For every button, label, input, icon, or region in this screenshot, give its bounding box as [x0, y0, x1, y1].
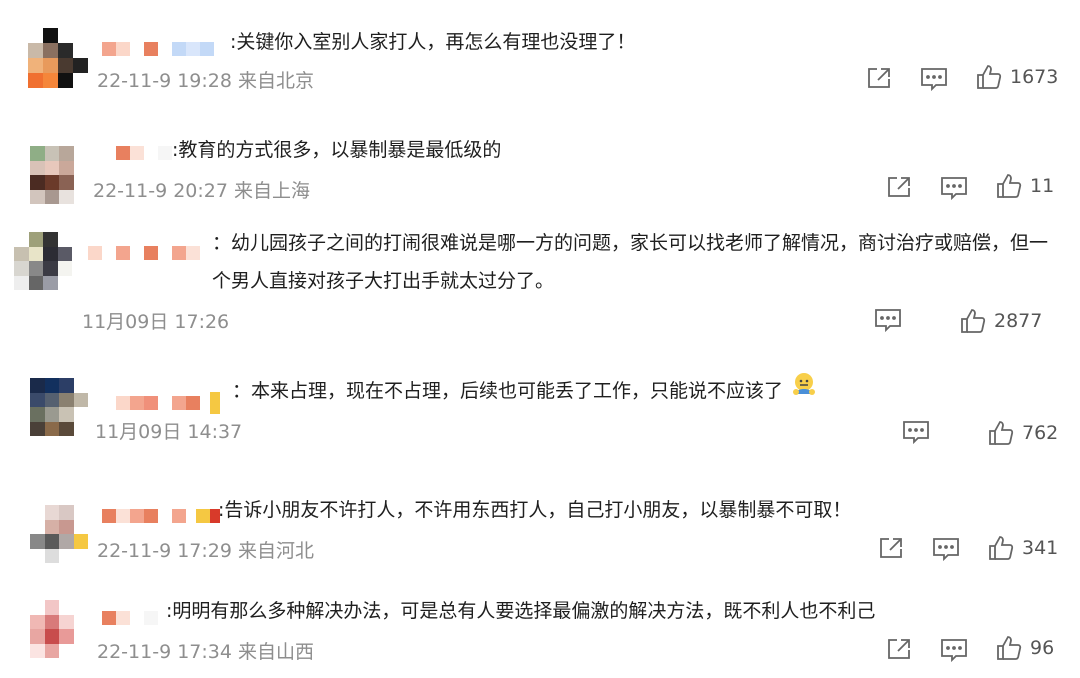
thumbs-up-icon — [961, 309, 986, 333]
comment-icon — [941, 639, 967, 663]
comment-icon — [921, 68, 947, 92]
avatar[interactable] — [30, 378, 88, 436]
comment-meta: 22-11-9 19:28 来自北京 — [97, 70, 314, 92]
comment-text: :明明有那么多种解决办法，可是总有人要选择最偏激的解决方法，既不利人也不利己 — [166, 600, 876, 622]
like-button[interactable]: 2877 — [960, 308, 1042, 334]
emoji-face-icon — [789, 370, 819, 413]
comment-item: :关键你入室别人家打人，再怎么有理也没理了！ 22-11-9 19:28 来自北… — [0, 0, 1080, 110]
avatar[interactable] — [30, 600, 88, 658]
like-count: 762 — [1022, 422, 1059, 444]
share-icon — [868, 68, 890, 88]
comment-button[interactable] — [940, 637, 968, 663]
like-button[interactable]: 762 — [988, 420, 1058, 446]
comment-meta: 11月09日 17:26 — [82, 311, 230, 333]
thumbs-up-icon — [997, 174, 1022, 198]
like-button[interactable]: 96 — [996, 635, 1054, 661]
share-button[interactable] — [866, 66, 892, 90]
share-button[interactable] — [886, 637, 912, 661]
comment-text: ：本来占理，现在不占理，后续也可能丢了工作，只能说不应该了 — [232, 370, 819, 413]
share-icon — [888, 639, 910, 659]
comment-icon — [933, 538, 959, 562]
share-button[interactable] — [878, 536, 904, 560]
comment-text: :教育的方式很多，以暴制暴是最低级的 — [172, 139, 502, 161]
avatar[interactable] — [30, 146, 74, 204]
share-icon — [888, 177, 910, 197]
username-mosaic[interactable] — [102, 509, 220, 523]
like-count: 341 — [1022, 537, 1059, 559]
comment-text-content: ：本来占理，现在不占理，后续也可能丢了工作，只能说不应该了 — [232, 380, 784, 402]
like-count: 11 — [1030, 175, 1055, 197]
comment-button[interactable] — [932, 536, 960, 562]
comment-text: :告诉小朋友不许打人，不许用东西打人，自己打小朋友，以暴制暴不可取！ — [218, 499, 852, 521]
comment-button[interactable] — [920, 66, 948, 92]
comment-icon — [903, 421, 929, 445]
like-button[interactable]: 1673 — [976, 64, 1058, 90]
comment-text: ：幼儿园孩子之间的打闹很难说是哪一方的问题，家长可以找老师了解情况，商讨治疗或赔… — [212, 232, 1049, 292]
comment-meta: 22-1​1-9 20:27 来自上海 — [93, 180, 310, 202]
like-count: 96 — [1030, 637, 1055, 659]
comment-icon — [875, 309, 901, 333]
comment-button[interactable] — [940, 175, 968, 201]
comment-meta: 11月09日 14:37 — [95, 421, 243, 443]
comment-button[interactable] — [902, 419, 930, 445]
username-mosaic[interactable] — [102, 611, 158, 625]
thumbs-up-icon — [989, 536, 1014, 560]
thumbs-up-icon — [997, 636, 1022, 660]
thumbs-up-icon — [989, 421, 1014, 445]
like-count: 2877 — [994, 310, 1043, 332]
username-mosaic[interactable] — [116, 392, 220, 414]
share-icon — [880, 538, 902, 558]
comment-meta: 22-11-9 17:29 来自河北 — [97, 540, 314, 562]
comment-button[interactable] — [874, 307, 902, 333]
avatar[interactable] — [28, 28, 88, 88]
comment-text: :关键你入室别人家打人，再怎么有理也没理了！ — [230, 31, 636, 53]
avatar[interactable] — [14, 232, 72, 290]
thumbs-up-icon — [977, 65, 1002, 89]
comment-icon — [941, 177, 967, 201]
comment-meta: 22-11-9 17:34 来自山西 — [97, 641, 314, 663]
like-count: 1673 — [1010, 66, 1059, 88]
username-mosaic[interactable] — [116, 146, 172, 160]
username-mosaic[interactable] — [88, 246, 200, 260]
avatar[interactable] — [30, 505, 88, 563]
share-button[interactable] — [886, 175, 912, 199]
username-mosaic[interactable] — [102, 42, 214, 56]
like-button[interactable]: 11 — [996, 173, 1054, 199]
like-button[interactable]: 341 — [988, 535, 1058, 561]
